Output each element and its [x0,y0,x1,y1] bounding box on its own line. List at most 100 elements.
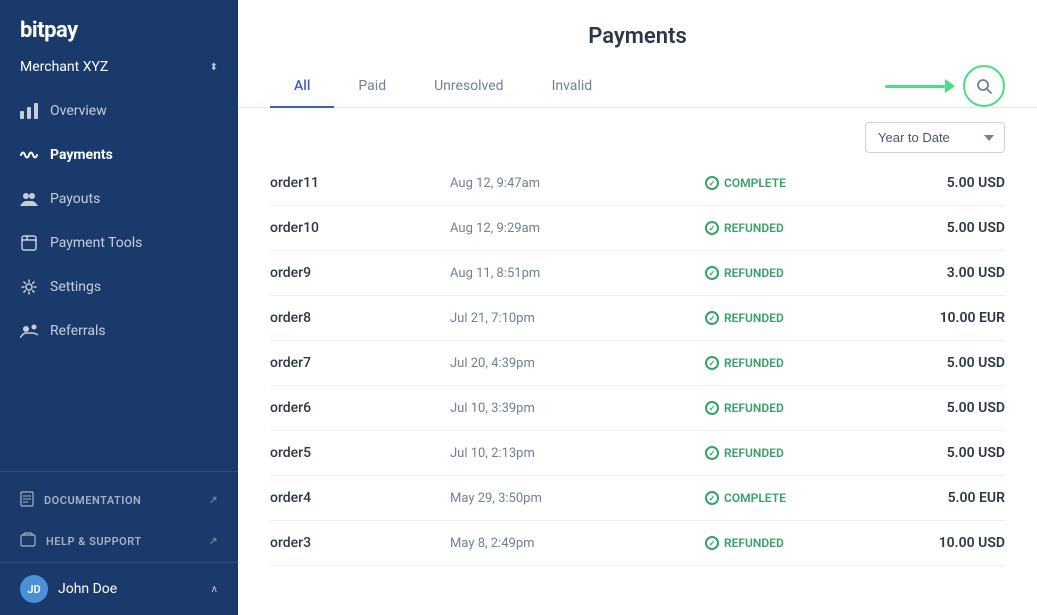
order-date: Aug 11, 8:51pm [450,266,705,281]
status-icon: ✓ [705,356,719,370]
help-support-link[interactable]: HELP & SUPPORT ↗ [0,521,238,562]
tabs-row: All Paid Unresolved Invalid [238,65,1037,108]
bar-chart-icon [20,102,38,120]
status-label: REFUNDED [724,221,784,235]
page-header: Payments [238,0,1037,65]
arrow-head [945,79,955,93]
order-status: ✓ REFUNDED [705,401,885,415]
order-amount: 3.00 USD [885,265,1005,281]
external-link-icon: ↗ [209,536,218,547]
search-button[interactable] [963,65,1005,107]
avatar-initials: JD [27,583,40,596]
order-id: order8 [270,310,450,326]
order-status: ✓ COMPLETE [705,176,885,190]
table-row[interactable]: order4 May 29, 3:50pm ✓ COMPLETE 5.00 EU… [270,476,1005,521]
order-status: ✓ REFUNDED [705,536,885,550]
table-row[interactable]: order10 Aug 12, 9:29am ✓ REFUNDED 5.00 U… [270,206,1005,251]
avatar: JD [20,575,48,603]
sidebar-item-label: Payment Tools [50,235,142,251]
merchant-chevron-icon: ⬍ [210,62,218,73]
table-row[interactable]: order9 Aug 11, 8:51pm ✓ REFUNDED 3.00 US… [270,251,1005,296]
order-amount: 5.00 USD [885,400,1005,416]
status-icon: ✓ [705,266,719,280]
order-amount: 10.00 EUR [885,310,1005,326]
order-status: ✓ REFUNDED [705,266,885,280]
table-row[interactable]: order8 Jul 21, 7:10pm ✓ REFUNDED 10.00 E… [270,296,1005,341]
order-amount: 5.00 EUR [885,490,1005,506]
order-date: Aug 12, 9:47am [450,176,705,191]
merchant-selector[interactable]: Merchant XYZ ⬍ [0,53,238,89]
sidebar-item-label: Overview [50,103,107,119]
sidebar-item-overview[interactable]: Overview [0,89,238,133]
order-status: ✓ REFUNDED [705,446,885,460]
status-label: REFUNDED [724,401,784,415]
sidebar-item-label: Referrals [50,323,106,339]
user-name: John Doe [58,581,117,597]
table-row[interactable]: order11 Aug 12, 9:47am ✓ COMPLETE 5.00 U… [270,161,1005,206]
order-date: Jul 21, 7:10pm [450,311,705,326]
sidebar-item-referrals[interactable]: Referrals [0,309,238,353]
merchant-name: Merchant XYZ [20,59,108,75]
order-date: Jul 10, 3:39pm [450,401,705,416]
sidebar-item-label: Payments [50,147,113,163]
page-title: Payments [270,24,1005,49]
sidebar: bitpay Merchant XYZ ⬍ Overview Payments [0,0,238,615]
sidebar-item-label: Settings [50,279,101,295]
order-status: ✓ REFUNDED [705,221,885,235]
tab-invalid[interactable]: Invalid [528,66,617,108]
order-amount: 5.00 USD [885,220,1005,236]
help-support-label: HELP & SUPPORT [46,535,142,548]
order-id: order5 [270,445,450,461]
referral-icon [20,322,38,340]
user-profile[interactable]: JD John Doe ∧ [0,562,238,615]
main-content: Payments All Paid Unresolved Invalid Yea… [238,0,1037,615]
status-icon: ✓ [705,446,719,460]
status-icon: ✓ [705,536,719,550]
doc-icon [20,491,34,510]
app-logo: bitpay [20,18,218,43]
order-id: order3 [270,535,450,551]
sidebar-item-payments[interactable]: Payments [0,133,238,177]
status-icon: ✓ [705,176,719,190]
order-status: ✓ COMPLETE [705,491,885,505]
order-id: order11 [270,175,450,191]
status-icon: ✓ [705,311,719,325]
wave-icon [20,146,38,164]
tab-paid[interactable]: Paid [334,66,410,108]
order-amount: 10.00 USD [885,535,1005,551]
sidebar-bottom: DOCUMENTATION ↗ HELP & SUPPORT ↗ JD John… [0,471,238,615]
sidebar-item-payouts[interactable]: Payouts [0,177,238,221]
arrow-indicator [885,79,955,93]
tab-unresolved[interactable]: Unresolved [410,66,527,108]
table-row[interactable]: order7 Jul 20, 4:39pm ✓ REFUNDED 5.00 US… [270,341,1005,386]
arrow-line [885,85,945,88]
sidebar-item-settings[interactable]: Settings [0,265,238,309]
status-icon: ✓ [705,221,719,235]
filter-row: Year to Date Last 30 Days Last 7 Days Cu… [238,108,1037,161]
order-id: order7 [270,355,450,371]
table-row[interactable]: order5 Jul 10, 2:13pm ✓ REFUNDED 5.00 US… [270,431,1005,476]
orders-list: order11 Aug 12, 9:47am ✓ COMPLETE 5.00 U… [238,161,1037,615]
order-date: Jul 10, 2:13pm [450,446,705,461]
order-date: May 29, 3:50pm [450,491,705,506]
date-filter-select[interactable]: Year to Date Last 30 Days Last 7 Days Cu… [865,122,1005,153]
tab-all[interactable]: All [270,66,334,108]
order-id: order6 [270,400,450,416]
order-status: ✓ REFUNDED [705,311,885,325]
external-link-icon: ↗ [209,495,218,506]
status-label: COMPLETE [724,176,786,190]
people-icon [20,190,38,208]
help-icon [20,532,36,551]
search-area [963,65,1005,107]
order-id: order4 [270,490,450,506]
table-row[interactable]: order6 Jul 10, 3:39pm ✓ REFUNDED 5.00 US… [270,386,1005,431]
order-amount: 5.00 USD [885,355,1005,371]
documentation-link[interactable]: DOCUMENTATION ↗ [0,480,238,521]
documentation-label: DOCUMENTATION [44,494,141,507]
status-icon: ✓ [705,401,719,415]
status-label: REFUNDED [724,536,784,550]
table-row[interactable]: order3 May 8, 2:49pm ✓ REFUNDED 10.00 US… [270,521,1005,566]
sidebar-item-payment-tools[interactable]: Payment Tools [0,221,238,265]
sidebar-item-label: Payouts [50,191,100,207]
order-id: order9 [270,265,450,281]
